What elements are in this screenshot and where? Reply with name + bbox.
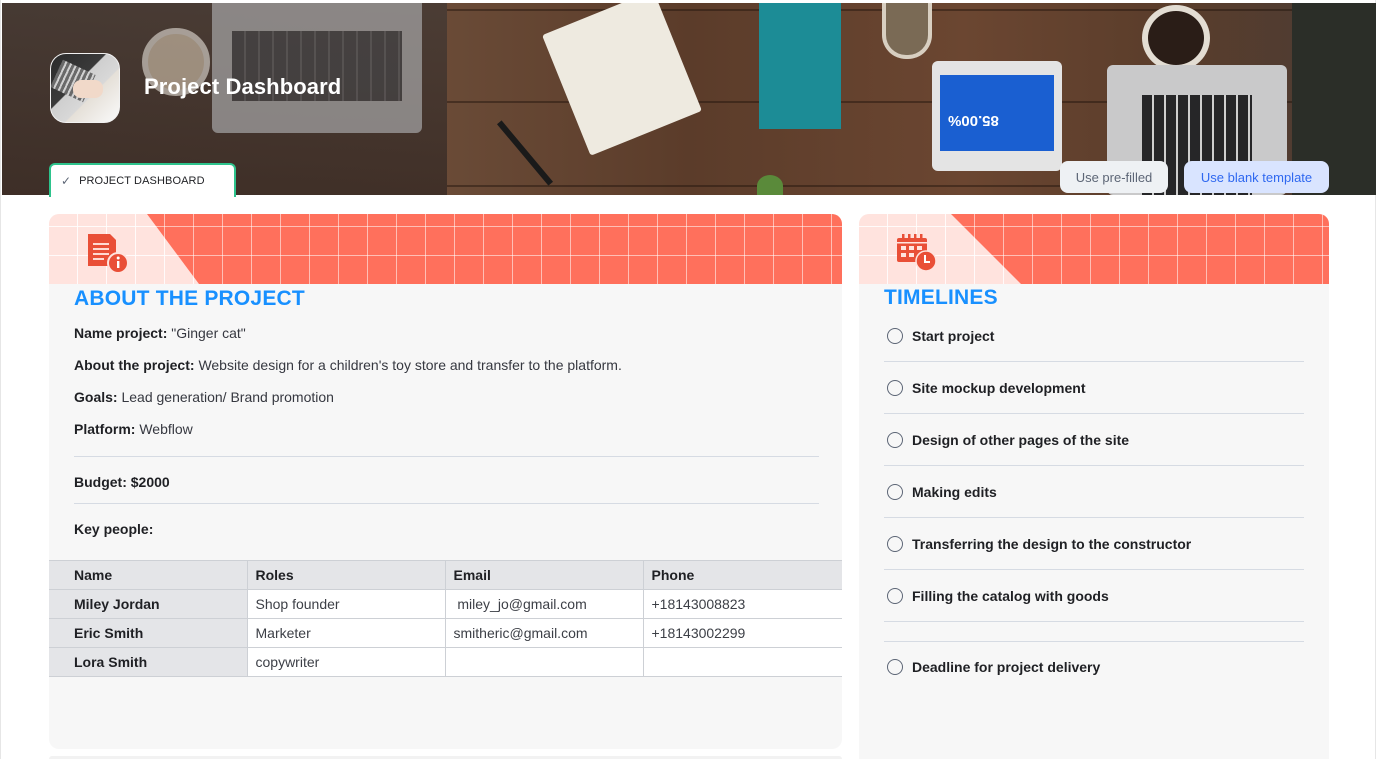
cell-name[interactable]: Eric Smith: [49, 618, 248, 648]
field-about-project: About the project: Website design for a …: [74, 356, 819, 388]
timeline-item[interactable]: Site mockup development: [884, 362, 1304, 414]
use-prefilled-button[interactable]: Use pre-filled: [1060, 161, 1168, 193]
column-header-phone[interactable]: Phone: [643, 560, 842, 590]
cell-role[interactable]: Marketer: [247, 618, 446, 648]
cell-phone[interactable]: +18143002299: [643, 618, 842, 648]
radio-unchecked-icon[interactable]: [887, 431, 903, 448]
book-image: [759, 3, 841, 129]
about-project-card: ABOUT THE PROJECT Name project: "Ginger …: [49, 214, 842, 749]
divider: [74, 456, 819, 457]
tablet-screen-text: 85.00%: [940, 75, 1054, 151]
plant-image: [757, 175, 783, 195]
column-header-name[interactable]: Name: [49, 560, 248, 590]
radio-unchecked-icon[interactable]: [887, 535, 903, 552]
timeline-item[interactable]: Start project: [884, 310, 1304, 362]
cell-phone[interactable]: [643, 647, 842, 677]
timeline-item-label: Design of other pages of the site: [912, 431, 1130, 448]
cell-phone[interactable]: +18143008823: [643, 589, 842, 619]
about-fields: Name project: "Ginger cat" About the pro…: [74, 324, 819, 540]
radio-unchecked-icon[interactable]: [887, 327, 903, 344]
cell-email[interactable]: smitheric@gmail.com: [445, 618, 644, 648]
column-header-roles[interactable]: Roles: [247, 560, 446, 590]
radio-unchecked-icon[interactable]: [887, 379, 903, 396]
page-title: Project Dashboard: [144, 74, 342, 99]
cell-role[interactable]: copywriter: [247, 647, 446, 677]
field-label: Platform:: [74, 421, 136, 437]
timeline-item-label: Deadline for project delivery: [912, 659, 1101, 675]
field-value: Website design for a children's toy stor…: [198, 357, 622, 373]
coffee-cup-image: [882, 3, 932, 59]
cell-name[interactable]: Miley Jordan: [49, 589, 248, 619]
field-value: "Ginger cat": [171, 325, 246, 341]
document-info-icon: [88, 234, 129, 274]
table-header-row: Name Roles Email Phone: [49, 560, 842, 590]
card-header-decoration: [859, 214, 1329, 284]
timeline-item[interactable]: Making edits: [884, 466, 1304, 518]
field-value: Lead generation/ Brand promotion: [121, 389, 334, 405]
budget-label: Budget: $2000: [74, 474, 170, 490]
timeline-item[interactable]: Filling the catalog with goods: [884, 570, 1304, 622]
timeline-deadline-item[interactable]: Deadline for project delivery: [884, 642, 1304, 692]
cell-role[interactable]: Shop founder: [247, 589, 446, 619]
timelines-section-title: TIMELINES: [884, 286, 998, 309]
pen-image: [496, 120, 554, 186]
laptop-image: [212, 3, 422, 133]
calendar-clock-icon: [897, 234, 937, 272]
cell-email[interactable]: [445, 647, 644, 677]
field-label: Goals:: [74, 389, 118, 405]
field-name-project: Name project: "Ginger cat": [74, 324, 819, 356]
about-section-title: ABOUT THE PROJECT: [74, 287, 305, 310]
tab-project-dashboard[interactable]: ✓ PROJECT DASHBOARD: [49, 163, 236, 197]
tablet-image: 85.00%: [932, 61, 1062, 171]
table-row: Lora Smith copywriter: [49, 647, 842, 677]
check-icon: ✓: [61, 174, 72, 188]
field-goals: Goals: Lead generation/ Brand promotion: [74, 388, 819, 420]
field-label: Name project:: [74, 325, 168, 341]
table-row: Eric Smith Marketer smitheric@gmail.com …: [49, 618, 842, 648]
timeline-item[interactable]: Design of other pages of the site: [884, 414, 1304, 466]
timeline-item-label: Site mockup development: [912, 379, 1086, 396]
field-value: Webflow: [139, 421, 193, 437]
budget: Budget: $2000: [74, 473, 819, 493]
use-blank-template-button[interactable]: Use blank template: [1184, 161, 1329, 193]
field-label: About the project:: [74, 357, 195, 373]
timeline-item[interactable]: Transferring the design to the construct…: [884, 518, 1304, 570]
timeline-item-label: Filling the catalog with goods: [912, 587, 1109, 604]
cell-name[interactable]: Lora Smith: [49, 647, 248, 677]
key-people: Key people:: [74, 520, 819, 540]
key-people-label: Key people:: [74, 521, 154, 537]
field-platform: Platform: Webflow: [74, 420, 819, 452]
divider: [74, 503, 819, 504]
radio-unchecked-icon[interactable]: [887, 659, 903, 675]
timeline-item-label: Transferring the design to the construct…: [912, 535, 1192, 552]
radio-unchecked-icon[interactable]: [887, 587, 903, 604]
card-header-decoration: [49, 214, 842, 284]
timelines-card: TIMELINES Start project Site mockup deve…: [859, 214, 1329, 759]
notebook-image: [542, 3, 702, 156]
timeline-list: Start project Site mockup development De…: [884, 318, 1304, 692]
column-header-email[interactable]: Email: [445, 560, 644, 590]
timeline-item-label: Making edits: [912, 483, 997, 500]
timeline-item-label: Start project: [912, 327, 995, 344]
radio-unchecked-icon[interactable]: [887, 483, 903, 500]
timeline-spacer: [884, 622, 1304, 642]
page: 85.00% Project Dashboard ✓ PROJECT DASHB…: [0, 0, 1376, 759]
tab-label: PROJECT DASHBOARD: [79, 175, 205, 187]
coffee-cup-image: [1142, 5, 1210, 71]
key-people-table: Name Roles Email Phone Miley Jordan Shop…: [49, 560, 842, 677]
avatar[interactable]: [50, 53, 120, 123]
cell-email[interactable]: miley_jo@gmail.com: [445, 589, 644, 619]
table-row: Miley Jordan Shop founder miley_jo@gmail…: [49, 589, 842, 619]
